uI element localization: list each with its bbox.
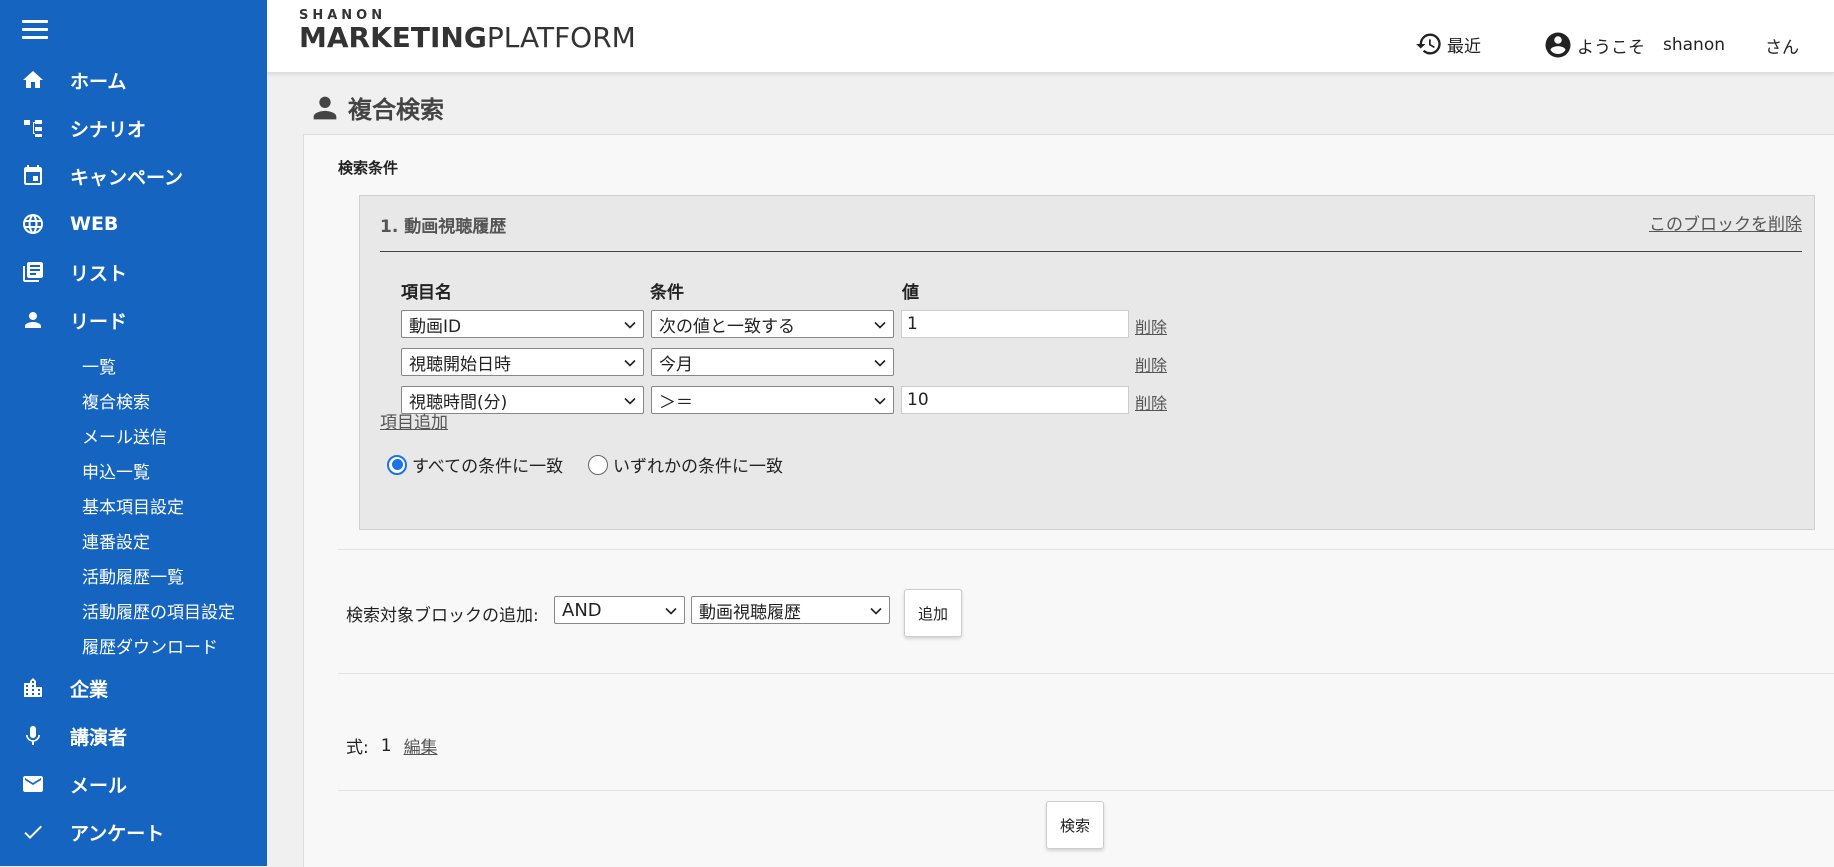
user-suffix: さん (1765, 37, 1799, 58)
recent-label: 最近 (1447, 36, 1481, 57)
chevron-down-icon (874, 359, 886, 367)
sidebar-item-mail[interactable]: メール (0, 764, 267, 804)
chevron-down-icon (874, 321, 886, 329)
sidebar-item-label: WEB (70, 213, 119, 235)
sidebar-item-campaign[interactable]: キャンペーン (0, 156, 267, 196)
sidebar-item-web[interactable]: WEB (0, 204, 267, 244)
condition-select[interactable]: ＞＝ (651, 386, 894, 414)
sidebar-subitem-complex-search[interactable]: 複合検索 (82, 388, 150, 413)
logo-big-text: MARKETINGPLATFORM (299, 21, 636, 54)
sidebar-subitem-activity-fields[interactable]: 活動履歴の項目設定 (82, 598, 235, 623)
block-divider (380, 251, 1802, 252)
value-input[interactable]: 1 (901, 310, 1129, 338)
add-block-button[interactable]: 追加 (904, 589, 962, 637)
home-icon (20, 67, 46, 93)
sidebar-item-survey[interactable]: アンケート (0, 812, 267, 852)
sidebar-subitem-history-download[interactable]: 履歴ダウンロード (82, 633, 218, 658)
search-button[interactable]: 検索 (1046, 801, 1104, 849)
sidebar-item-label: メール (70, 774, 128, 797)
search-block: 1. 動画視聴履歴 このブロックを削除 項目名 条件 値 動画ID 次の値と一致… (359, 195, 1815, 530)
block-type-select[interactable]: 動画視聴履歴 (691, 596, 890, 624)
sidebar-item-label: 企業 (70, 678, 109, 701)
search-panel: 検索条件 1. 動画視聴履歴 このブロックを削除 項目名 条件 値 動画ID 次… (303, 134, 1834, 867)
person-icon (313, 96, 337, 119)
microphone-icon (20, 723, 46, 749)
radio-unselected-icon (588, 454, 608, 475)
operator-select[interactable]: AND (554, 596, 685, 624)
page-title: 複合検索 (308, 90, 444, 125)
user-menu[interactable]: ようこそ shanon さん (1543, 30, 1799, 60)
formula-value: 1 (380, 735, 392, 756)
condition-select[interactable]: 次の値と一致する (651, 310, 894, 338)
add-item-link[interactable]: 項目追加 (380, 408, 448, 433)
sidebar: ホーム シナリオ キャンペーン WEB リスト リード 一覧 複合検索 メール送… (0, 0, 267, 866)
welcome-text: ようこそ (1577, 37, 1645, 58)
sidebar-subitem-applications[interactable]: 申込一覧 (82, 458, 150, 483)
sidebar-subitem-send-mail[interactable]: メール送信 (82, 423, 167, 448)
sidebar-item-home[interactable]: ホーム (0, 60, 267, 100)
sidebar-item-company[interactable]: 企業 (0, 668, 267, 708)
column-header-condition: 条件 (650, 283, 684, 303)
sidebar-item-scenario[interactable]: シナリオ (0, 108, 267, 148)
calendar-icon (20, 163, 46, 189)
match-any-radio[interactable]: いずれかの条件に一致 (588, 452, 783, 477)
sidebar-item-label: アンケート (70, 822, 165, 845)
check-icon (20, 819, 46, 845)
value-input[interactable]: 10 (901, 386, 1129, 414)
chevron-down-icon (870, 607, 882, 615)
column-header-item: 項目名 (401, 283, 452, 303)
user-name: shanon (1663, 35, 1725, 55)
delete-row-link[interactable]: 削除 (1135, 390, 1167, 414)
sidebar-subitem-sequence[interactable]: 連番設定 (82, 528, 150, 553)
chevron-down-icon (665, 607, 677, 615)
app-logo[interactable]: SHANON MARKETINGPLATFORM (299, 8, 636, 54)
building-icon (20, 675, 46, 701)
radio-selected-icon (387, 454, 407, 475)
account-icon (1545, 32, 1571, 58)
sidebar-item-lead[interactable]: リード (0, 300, 267, 340)
formula-row: 式: 1 編集 (346, 733, 438, 759)
top-header: SHANON MARKETINGPLATFORM 最近 ようこそ shanon … (267, 0, 1834, 73)
condition-select[interactable]: 今月 (651, 348, 894, 376)
item-select[interactable]: 動画ID (401, 310, 644, 338)
sidebar-item-list[interactable]: リスト (0, 252, 267, 292)
add-block-label: 検索対象ブロックの追加: (346, 606, 539, 626)
sidebar-item-label: シナリオ (70, 118, 147, 141)
chevron-down-icon (624, 359, 636, 367)
item-select[interactable]: 視聴開始日時 (401, 348, 644, 376)
person-icon (20, 307, 46, 333)
edit-formula-link[interactable]: 編集 (404, 733, 438, 758)
section-divider (338, 790, 1834, 791)
list-icon (20, 259, 46, 285)
sidebar-item-label: ホーム (70, 70, 127, 93)
globe-icon (20, 211, 46, 237)
match-all-radio[interactable]: すべての条件に一致 (387, 452, 563, 477)
chevron-down-icon (874, 397, 886, 405)
recent-button[interactable]: 最近 (1415, 30, 1481, 58)
formula-label: 式: (346, 738, 369, 758)
sidebar-subitem-list[interactable]: 一覧 (82, 353, 116, 378)
sidebar-item-label: リード (70, 310, 128, 333)
page-title-text: 複合検索 (348, 96, 444, 124)
mail-icon (20, 771, 46, 797)
sidebar-item-label: キャンペーン (70, 166, 184, 189)
sidebar-item-label: 講演者 (70, 726, 128, 749)
delete-row-link[interactable]: 削除 (1135, 314, 1167, 338)
menu-icon[interactable] (22, 20, 48, 40)
search-conditions-label: 検索条件 (338, 159, 399, 177)
sidebar-subitem-activity-history[interactable]: 活動履歴一覧 (82, 563, 184, 588)
scenario-icon (20, 115, 46, 141)
chevron-down-icon (624, 397, 636, 405)
history-icon (1416, 33, 1441, 55)
block-title: 1. 動画視聴履歴 (380, 217, 507, 237)
chevron-down-icon (624, 321, 636, 329)
section-divider (338, 549, 1834, 550)
sidebar-item-speaker[interactable]: 講演者 (0, 716, 267, 756)
sidebar-item-label: リスト (70, 262, 128, 285)
sidebar-subitem-basic-fields[interactable]: 基本項目設定 (82, 493, 184, 518)
delete-row-link[interactable]: 削除 (1135, 352, 1167, 376)
section-divider (338, 673, 1834, 674)
column-header-value: 値 (902, 283, 919, 303)
delete-block-link[interactable]: このブロックを削除 (1649, 210, 1802, 235)
